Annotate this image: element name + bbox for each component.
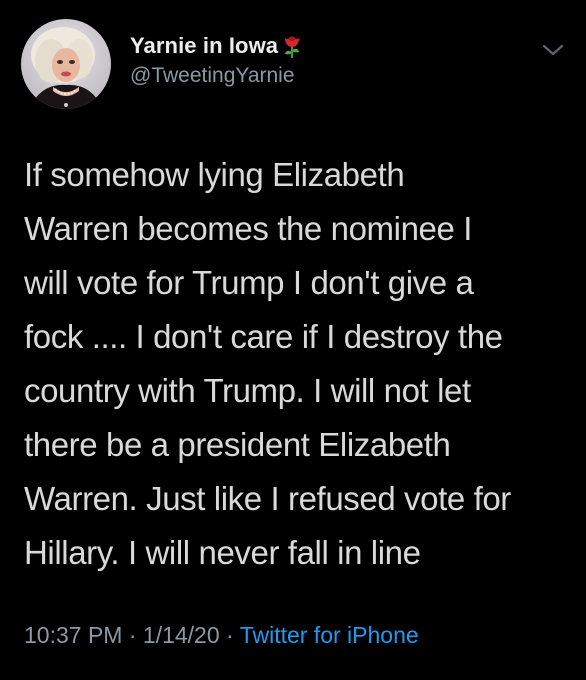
tweet-text-line: there be a president Elizabeth (24, 426, 451, 463)
meta-separator: · (122, 622, 143, 648)
chevron-down-icon[interactable] (541, 42, 565, 58)
tweet-text-line: If somehow lying Elizabeth (24, 156, 405, 193)
tweet-source-link[interactable]: Twitter for iPhone (240, 622, 419, 648)
avatar[interactable] (21, 19, 111, 109)
tweet-text-line: country with Trump. I will not let (24, 372, 471, 409)
tweet-text: If somehow lying Elizabeth Warren become… (24, 148, 569, 580)
tweet-header: Yarnie in Iowa @TweetingYarnie (21, 19, 571, 109)
user-handle[interactable]: @TweetingYarnie (130, 64, 303, 88)
tweet-meta: 10:37 PM · 1/14/20 · Twitter for iPhone (24, 622, 419, 649)
display-name[interactable]: Yarnie in Iowa (130, 33, 278, 59)
tweet-text-line: fock .... I don't care if I destroy the (24, 318, 503, 355)
display-name-row: Yarnie in Iowa (130, 31, 303, 61)
rose-icon (281, 33, 303, 59)
tweet-date[interactable]: 1/14/20 (143, 622, 220, 648)
meta-separator: · (219, 622, 240, 648)
tweet-text-line: Warren. Just like I refused vote for (24, 480, 511, 517)
tweet-card: Yarnie in Iowa @TweetingYarnie If someho… (0, 0, 586, 680)
avatar-image (21, 19, 111, 109)
tweet-text-line: Hillary. I will never fall in line (24, 534, 421, 571)
tweet-text-line: Warren becomes the nominee I (24, 210, 472, 247)
tweet-text-line: will vote for Trump I don't give a (24, 264, 474, 301)
user-block: Yarnie in Iowa @TweetingYarnie (130, 31, 303, 88)
tweet-time[interactable]: 10:37 PM (24, 622, 122, 648)
